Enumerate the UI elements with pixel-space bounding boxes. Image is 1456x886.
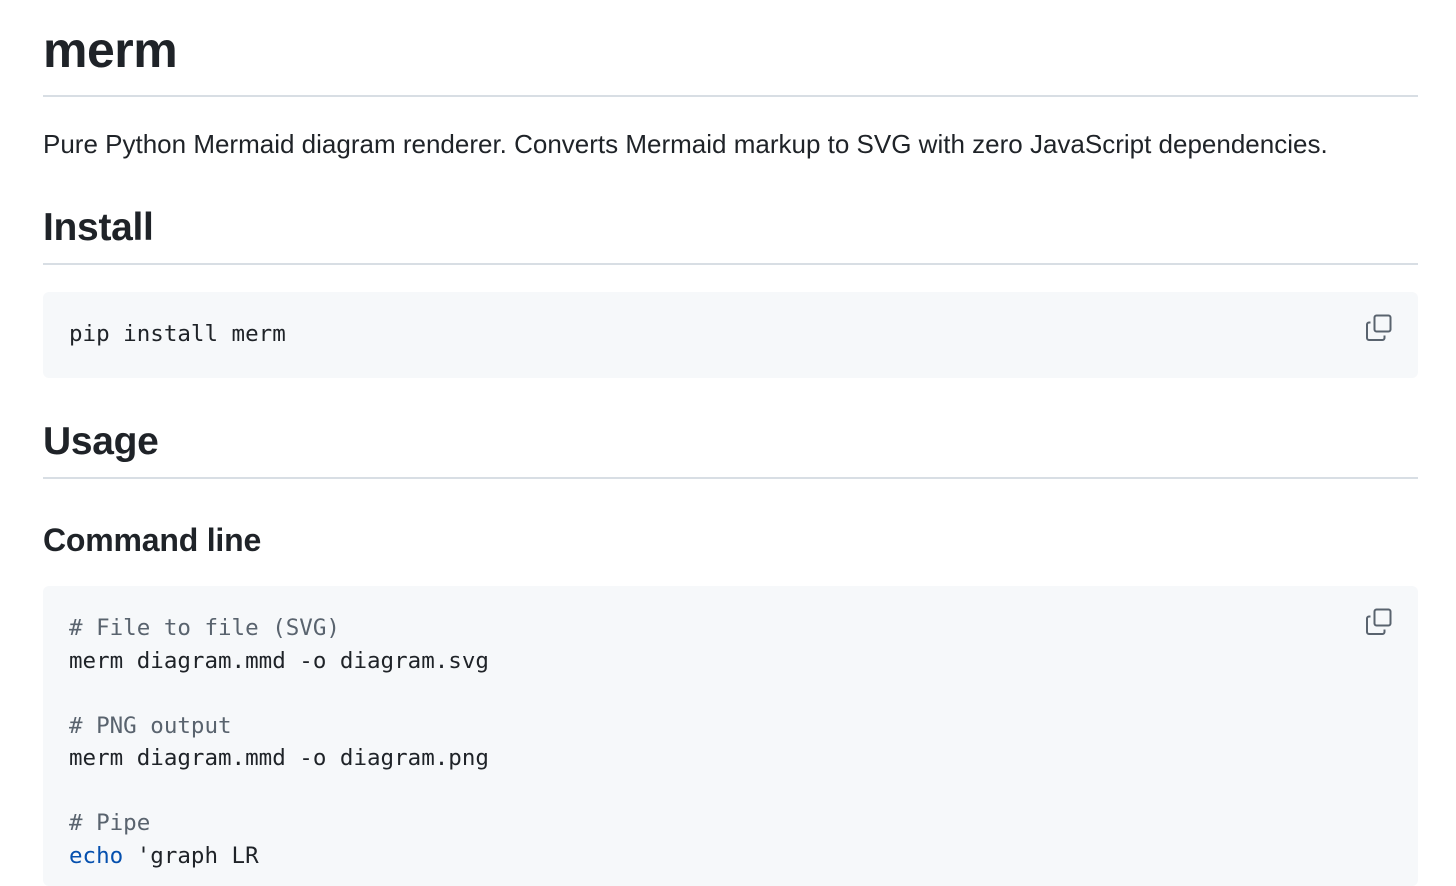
install-code[interactable]: pip install merm — [69, 318, 286, 351]
project-description: Pure Python Mermaid diagram renderer. Co… — [43, 129, 1328, 159]
copy-icon — [1364, 313, 1394, 343]
code-comment-line: # PNG output — [69, 712, 232, 739]
copy-icon — [1364, 607, 1394, 637]
usage-divider — [43, 477, 1418, 479]
command-line-copy-button[interactable] — [1364, 607, 1394, 637]
install-code-block: pip install merm — [43, 292, 1418, 378]
code-keyword: echo — [69, 842, 124, 869]
code-line: ​ — [69, 775, 489, 808]
code-line: merm diagram.mmd -o diagram.png — [69, 745, 489, 771]
install-divider — [43, 263, 1418, 265]
code-line: merm diagram.mmd -o diagram.svg — [69, 647, 489, 674]
install-heading: Install — [43, 206, 154, 249]
command-line-heading: Command line — [43, 522, 262, 558]
code-comment-line: # File to file (SVG) — [69, 615, 340, 641]
code-argument: 'graph LR — [123, 842, 259, 869]
command-line-code[interactable]: # File to file (SVG) merm diagram.mmd -o … — [69, 612, 489, 872]
code-comment-line: # Pipe — [69, 810, 151, 836]
code-line: pip install merm — [69, 321, 286, 347]
title-divider — [43, 95, 1418, 97]
usage-heading: Usage — [43, 420, 159, 463]
code-line: echo 'graph LR — [69, 840, 489, 873]
command-line-code-block: # File to file (SVG) merm diagram.mmd -o … — [43, 586, 1418, 886]
page-title: merm — [43, 22, 178, 78]
code-line: ​ — [69, 677, 489, 710]
install-copy-button[interactable] — [1364, 313, 1394, 343]
